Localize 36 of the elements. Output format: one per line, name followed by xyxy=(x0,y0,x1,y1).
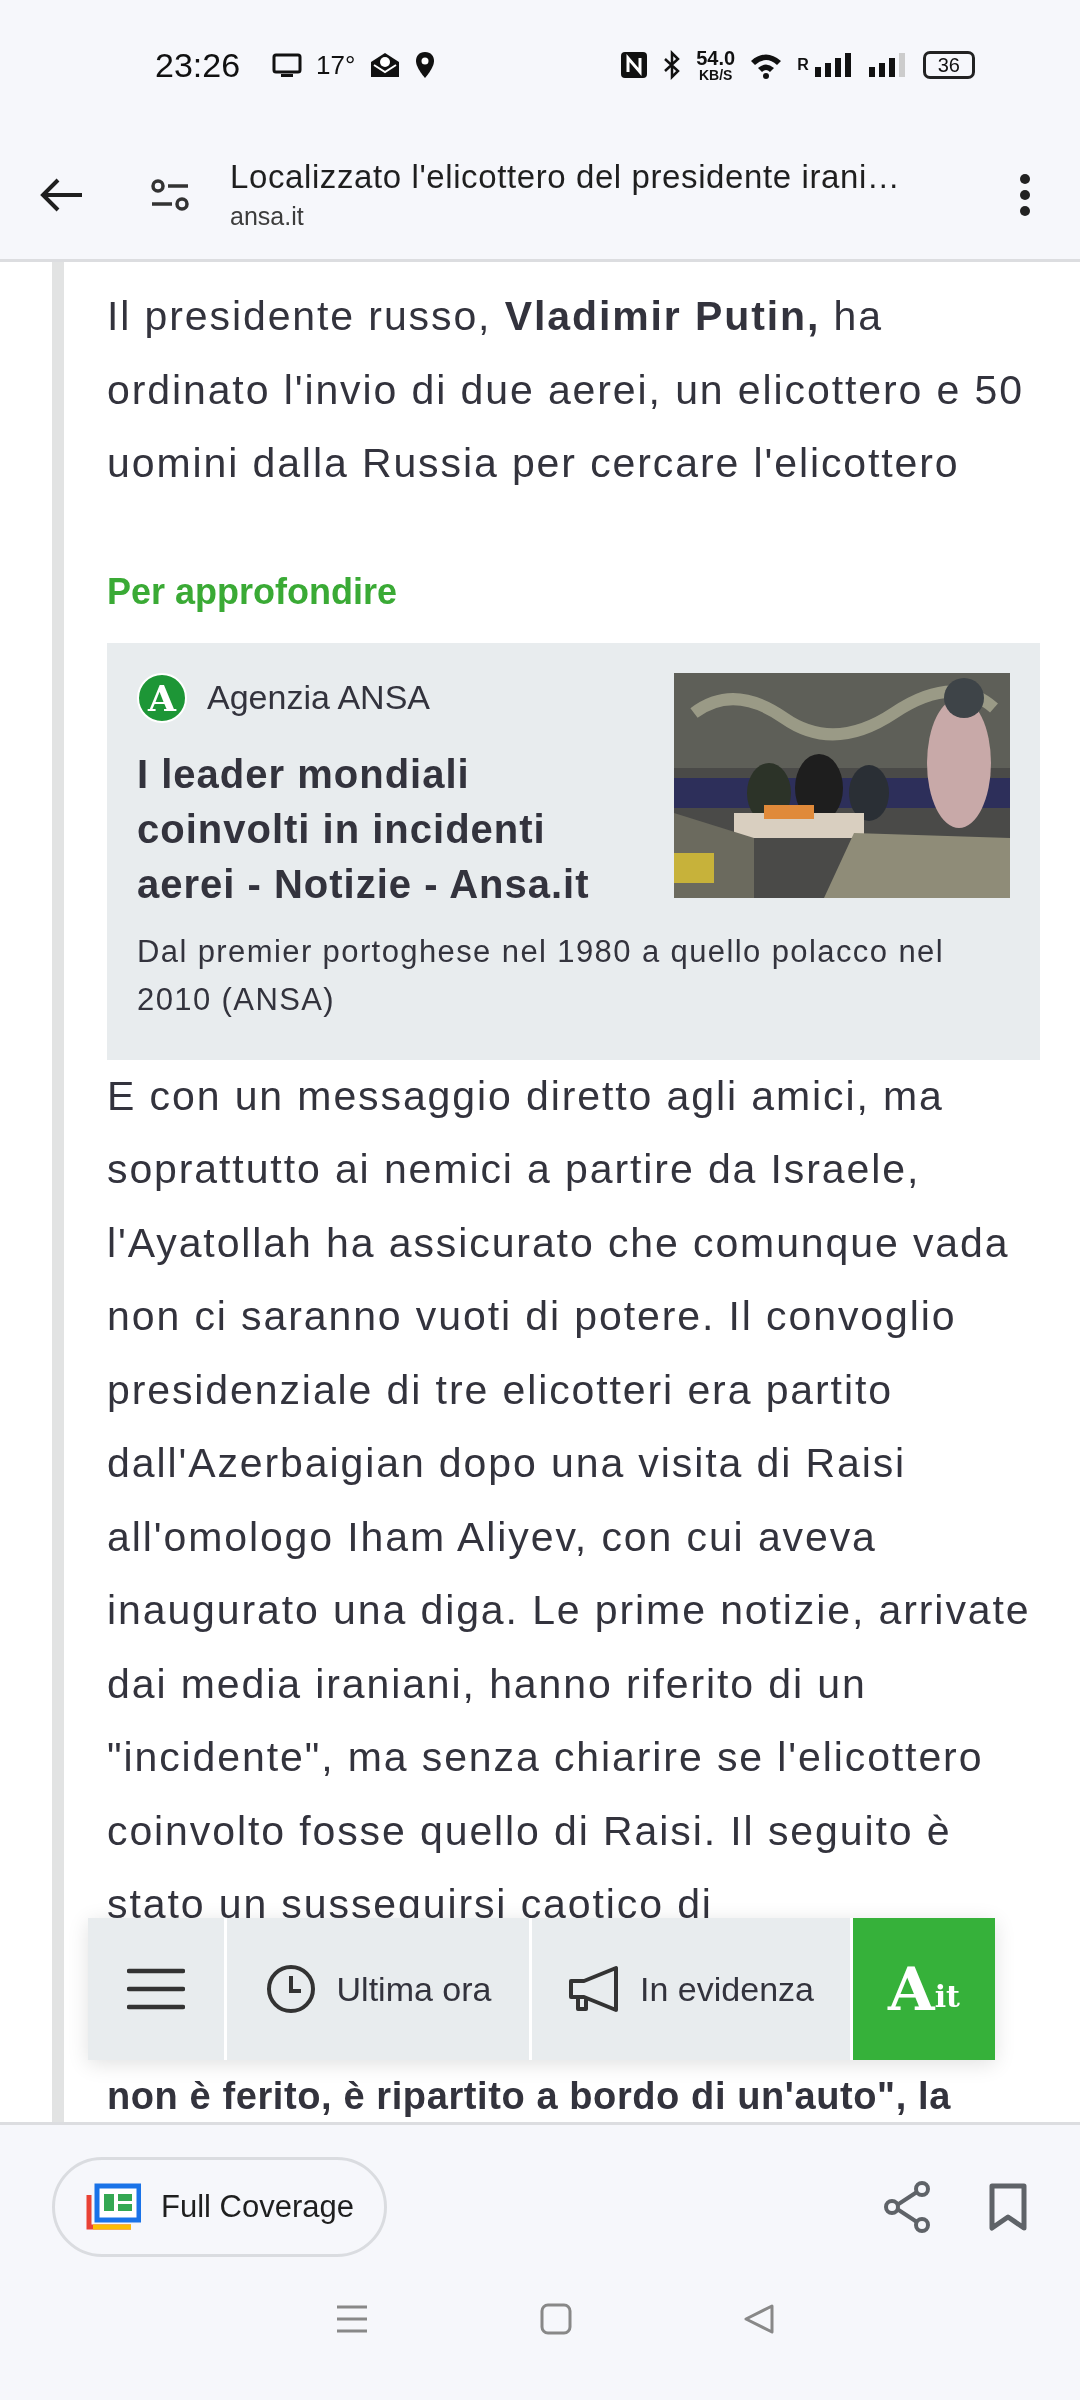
tv-icon xyxy=(272,52,303,78)
more-icon[interactable] xyxy=(1018,172,1032,217)
roaming-indicator: R xyxy=(797,56,809,74)
temperature: 17° xyxy=(316,49,356,81)
megaphone-icon xyxy=(568,1965,621,2013)
settings-icon[interactable] xyxy=(150,176,190,213)
home-icon[interactable] xyxy=(540,2302,572,2335)
battery-indicator: 36 xyxy=(922,51,975,79)
page-domain: ansa.it xyxy=(230,202,305,231)
coverage-icon xyxy=(85,2183,141,2231)
back-nav-icon[interactable] xyxy=(742,2302,775,2335)
menu-button[interactable] xyxy=(88,1918,227,2060)
ansa-logo: A xyxy=(137,672,187,723)
clock-icon xyxy=(264,1963,317,2015)
latest-news-button[interactable]: Ultima ora xyxy=(227,1918,532,2060)
related-article-card[interactable]: A Agenzia ANSA I leader mondiali coinvolti in incidenti aerei - Notizie - Ansa.it Dal premier portoghese nel 1980 a quello polacco nel 2010 (ANSA) xyxy=(107,642,1040,1060)
recent-apps-icon[interactable] xyxy=(335,2303,370,2334)
nfc-icon xyxy=(620,51,649,79)
speed-unit: KB/S xyxy=(699,68,733,82)
bookmark-icon[interactable] xyxy=(988,2183,1028,2231)
highlights-button[interactable]: In evidenza xyxy=(532,1918,853,2060)
related-title: I leader mondiali coinvolti in incidenti aerei - Notizie - Ansa.it xyxy=(137,750,591,908)
menu-icon xyxy=(127,1967,185,2011)
full-coverage-button[interactable]: Full Coverage xyxy=(52,2157,387,2257)
related-description: Dal premier portoghese nel 1980 a quello polacco nel 2010 (ANSA) xyxy=(137,932,945,1019)
source-name: Agenzia ANSA xyxy=(207,678,431,717)
location-icon xyxy=(415,51,436,79)
article-paragraph: non è ferito, è ripartito a bordo di un'auto", la xyxy=(107,2075,952,2116)
page-title: Localizzato l'elicottero del presidente irani… xyxy=(230,158,902,196)
back-icon[interactable] xyxy=(40,176,84,213)
mail-icon xyxy=(369,51,402,79)
share-icon[interactable] xyxy=(882,2181,932,2233)
section-heading: Per approfondire xyxy=(107,570,399,613)
network-speed: 54.0 xyxy=(696,48,736,68)
article-paragraph: Il presidente russo, Vladimir Putin, ha ordinato l'invio di due aerei, un elicottero e 50 uomini dalla Russia per cercare l'elicottero xyxy=(107,292,1025,488)
clock-time: 23:26 xyxy=(155,45,241,85)
